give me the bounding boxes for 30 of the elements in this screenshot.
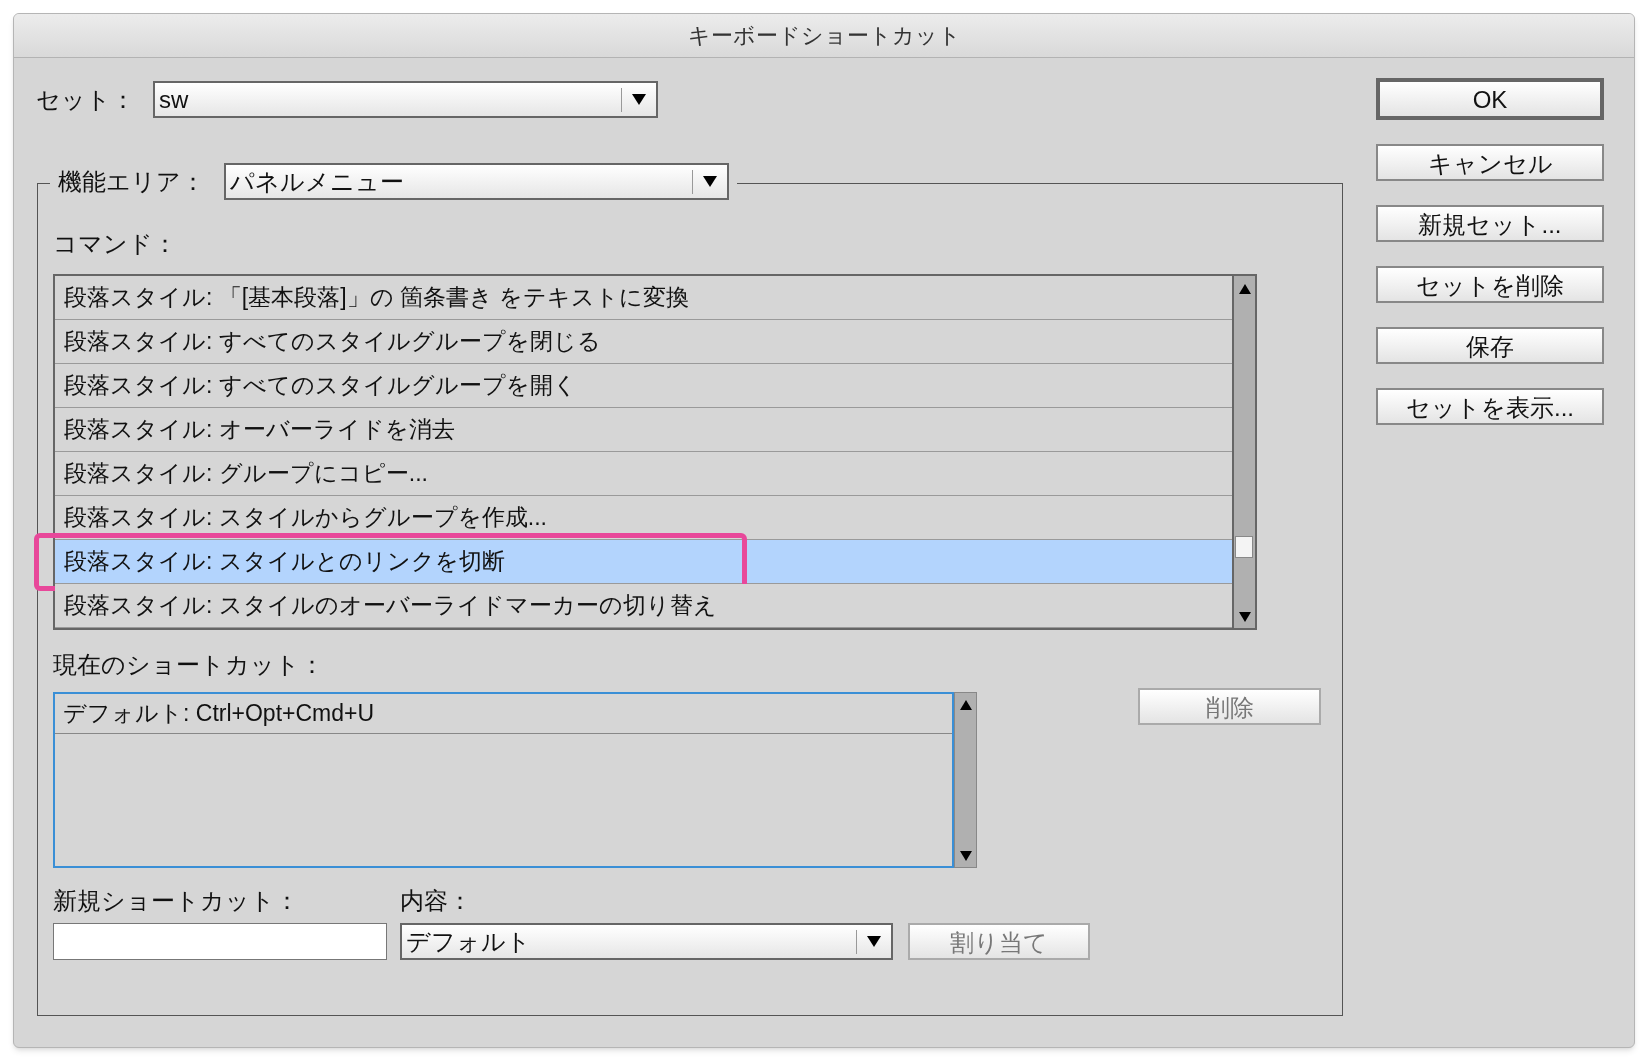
dropdown-arrow-icon bbox=[703, 176, 717, 187]
dialog-button[interactable]: キャンセル bbox=[1376, 144, 1604, 181]
dialog-button[interactable]: セットを削除 bbox=[1376, 266, 1604, 303]
shortcut-row[interactable]: デフォルト: Ctrl+Opt+Cmd+U bbox=[55, 694, 952, 734]
scroll-up-icon[interactable] bbox=[960, 700, 972, 710]
scroll-up-icon[interactable] bbox=[1239, 284, 1251, 294]
context-dropdown[interactable]: デフォルト bbox=[400, 923, 893, 960]
dialog-button[interactable]: セットを表示... bbox=[1376, 388, 1604, 425]
set-label: セット： bbox=[36, 84, 136, 115]
dropdown-arrow-icon bbox=[632, 94, 646, 105]
set-dropdown[interactable]: sw bbox=[153, 81, 658, 118]
context-label: 内容： bbox=[400, 886, 472, 916]
new-shortcut-field[interactable] bbox=[53, 923, 387, 960]
scroll-down-icon[interactable] bbox=[960, 851, 972, 861]
command-row[interactable]: 段落スタイル: スタイルとのリンクを切断 bbox=[55, 540, 1232, 584]
scrollbar[interactable] bbox=[954, 692, 977, 868]
dialog-button[interactable]: 保存 bbox=[1376, 327, 1604, 364]
command-row[interactable]: 段落スタイル: スタイルのオーバーライドマーカーの切り替え bbox=[55, 584, 1232, 628]
dialog-button[interactable]: 新規セット... bbox=[1376, 205, 1604, 242]
window-title: キーボードショートカット bbox=[687, 22, 961, 50]
commands-label: コマンド： bbox=[53, 229, 177, 259]
new-shortcut-label: 新規ショートカット： bbox=[53, 886, 299, 916]
area-label: 機能エリア： bbox=[58, 166, 206, 197]
scrollbar[interactable] bbox=[1232, 276, 1255, 628]
area-dropdown[interactable]: パネルメニュー bbox=[224, 163, 729, 200]
dropdown-arrow-icon bbox=[867, 936, 881, 947]
scroll-thumb[interactable] bbox=[1235, 536, 1253, 558]
dialog-button[interactable]: OK bbox=[1376, 78, 1604, 120]
current-shortcuts-label: 現在のショートカット： bbox=[53, 650, 324, 680]
scroll-down-icon[interactable] bbox=[1239, 612, 1251, 622]
